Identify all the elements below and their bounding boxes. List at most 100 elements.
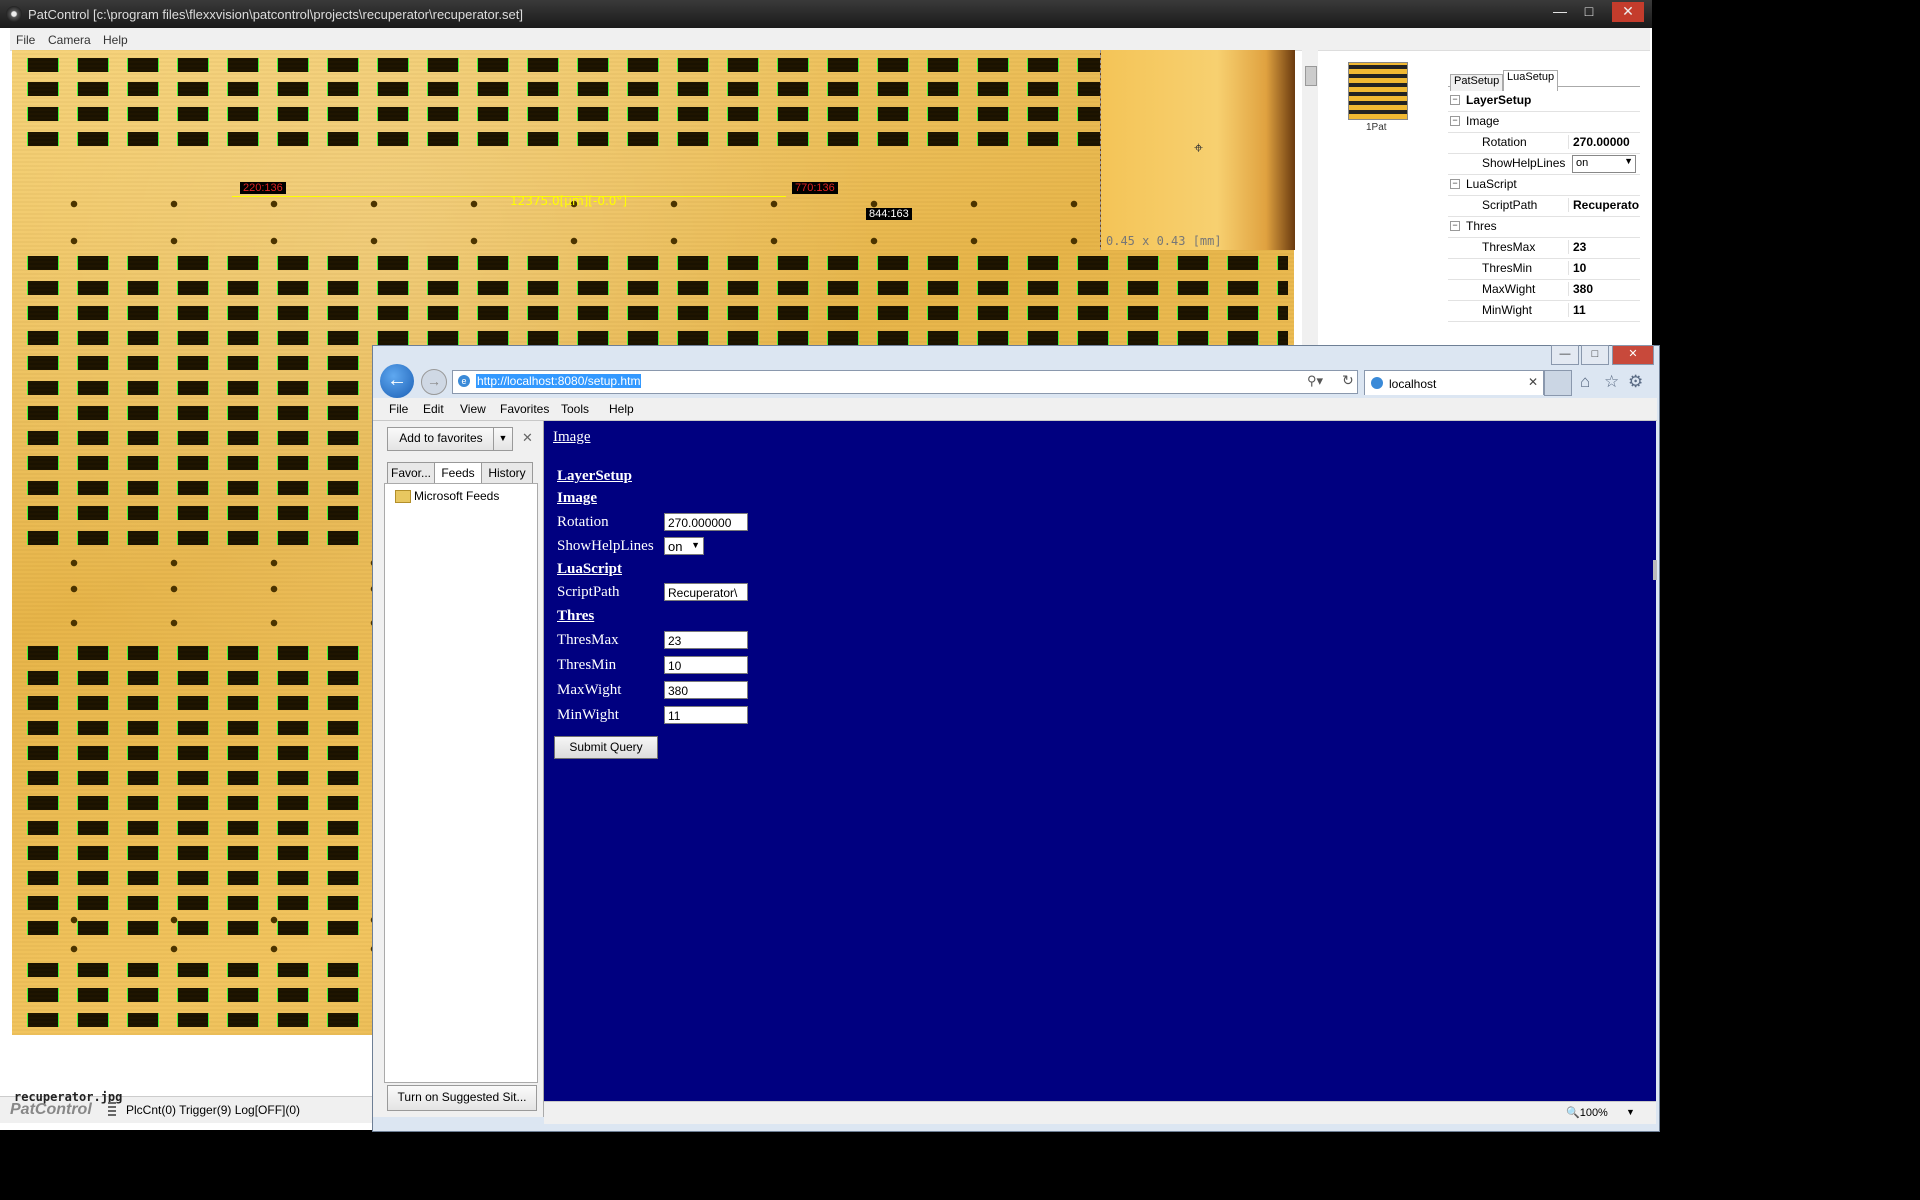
ie-menu-favorites[interactable]: Favorites <box>500 402 549 416</box>
image-link[interactable]: Image <box>553 429 590 446</box>
maxwight-label: MaxWight <box>557 682 622 698</box>
menu-help[interactable]: Help <box>103 33 128 47</box>
prop-row-showhelplines[interactable]: ShowHelpLines on ▼ <box>1448 153 1640 175</box>
chevron-down-icon: ▼ <box>1624 156 1633 166</box>
home-icon[interactable]: ⌂ <box>1580 372 1590 392</box>
showhelplines-dropdown[interactable]: on ▼ <box>1572 155 1636 173</box>
image-scrollbar[interactable] <box>1302 50 1318 350</box>
close-icon[interactable]: ✕ <box>522 430 533 446</box>
minimize-icon[interactable]: — <box>1551 345 1579 365</box>
status-text: PlcCnt(0) Trigger(9) Log[OFF](0) <box>126 1103 301 1117</box>
property-value[interactable]: 23 <box>1568 240 1645 254</box>
dropdown-value: on <box>1576 157 1589 169</box>
window-title: PatControl [c:\program files\flexxvision… <box>28 7 523 22</box>
minimize-icon[interactable]: — <box>1547 2 1573 22</box>
collapse-icon[interactable]: − <box>1450 95 1460 105</box>
menu-camera[interactable]: Camera <box>48 33 91 47</box>
chevron-down-icon[interactable]: ▼ <box>493 427 513 451</box>
app-logo-icon <box>6 6 22 22</box>
collapse-icon[interactable]: − <box>1450 221 1460 231</box>
category-label: Thres <box>1466 219 1497 233</box>
new-tab-button[interactable] <box>1544 370 1572 396</box>
add-to-favorites-button[interactable]: Add to favorites <box>387 427 495 451</box>
tab-label[interactable]: localhost <box>1389 377 1436 391</box>
scrollbar-thumb[interactable] <box>1305 66 1317 86</box>
property-label: MinWight <box>1482 303 1533 317</box>
thumbnail-label: 1Pat <box>1366 122 1387 133</box>
close-icon[interactable]: ✕ <box>1612 345 1654 365</box>
close-icon[interactable]: ✕ <box>1612 2 1644 22</box>
property-label: ShowHelpLines <box>1482 156 1566 170</box>
select-value: on <box>668 539 683 554</box>
prop-row-maxwight[interactable]: MaxWight 380 <box>1448 279 1640 301</box>
menu-file[interactable]: File <box>16 33 35 47</box>
property-value[interactable]: 270.00000 <box>1568 135 1645 149</box>
forward-button[interactable]: → <box>421 369 447 395</box>
ie-menu-edit[interactable]: Edit <box>423 402 444 416</box>
tab-luasetup[interactable]: LuaSetup <box>1503 70 1559 91</box>
ie-menu-tools[interactable]: Tools <box>561 402 589 416</box>
ie-tab-icon <box>1371 377 1383 389</box>
gear-icon[interactable]: ⚙ <box>1628 372 1643 392</box>
suggested-sites-button[interactable]: Turn on Suggested Sit... <box>387 1085 537 1111</box>
rotation-input[interactable]: 270.000000 <box>664 513 748 531</box>
tab-close-icon[interactable]: ✕ <box>1528 375 1538 389</box>
property-value[interactable]: 11 <box>1568 303 1645 317</box>
zoom-dimension: 0.45 x 0.43 [mm] <box>1106 234 1222 248</box>
category-label: LayerSetup <box>1466 93 1532 107</box>
tab-history[interactable]: History <box>481 462 533 483</box>
search-icon[interactable]: ⚲▾ <box>1307 373 1323 389</box>
zoom-level[interactable]: 🔍100% <box>1566 1106 1608 1119</box>
chevron-down-icon[interactable]: ▼ <box>1626 1107 1635 1117</box>
prop-row-image[interactable]: − Image <box>1448 111 1640 133</box>
ie-menu-file[interactable]: File <box>389 402 408 416</box>
section-image[interactable]: Image <box>557 490 597 507</box>
property-value[interactable]: 10 <box>1568 261 1645 275</box>
pattern-thumbnail[interactable] <box>1348 62 1408 120</box>
prop-row-minwight[interactable]: MinWight 11 <box>1448 300 1640 322</box>
property-value[interactable]: Recuperato <box>1568 198 1645 212</box>
back-button[interactable]: ← <box>380 364 414 398</box>
prop-row-luascript[interactable]: − LuaScript <box>1448 174 1640 196</box>
rotation-label: Rotation <box>557 514 609 530</box>
prop-row-layersetup[interactable]: − LayerSetup <box>1448 90 1640 112</box>
prop-row-thresmin[interactable]: ThresMin 10 <box>1448 258 1640 280</box>
showhelplines-select[interactable]: on ▼ <box>664 537 704 555</box>
section-thres[interactable]: Thres <box>557 608 594 625</box>
refresh-icon[interactable]: ↻ <box>1342 372 1354 389</box>
prop-row-rotation[interactable]: Rotation 270.00000 <box>1448 132 1640 154</box>
feed-folder-item[interactable]: Microsoft Feeds <box>414 489 499 503</box>
submit-query-button[interactable]: Submit Query <box>554 736 658 759</box>
measure-line <box>232 196 786 197</box>
folder-icon <box>395 490 411 503</box>
scriptpath-label: ScriptPath <box>557 584 620 600</box>
collapse-icon[interactable]: − <box>1450 179 1460 189</box>
ie-menu-view[interactable]: View <box>460 402 486 416</box>
thresmin-input[interactable]: 10 <box>664 656 748 674</box>
property-label: ThresMin <box>1482 261 1533 275</box>
resize-handle[interactable] <box>1653 560 1657 580</box>
property-value[interactable]: 380 <box>1568 282 1645 296</box>
tab-favorites[interactable]: Favor... <box>387 462 435 483</box>
maxwight-input[interactable]: 380 <box>664 681 748 699</box>
favorites-star-icon[interactable]: ☆ <box>1604 372 1619 392</box>
tab-feeds[interactable]: Feeds <box>434 462 482 483</box>
maximize-icon[interactable]: □ <box>1581 345 1609 365</box>
grip-icon <box>108 1102 116 1116</box>
address-url[interactable]: http://localhost:8080/setup.htm <box>476 374 642 388</box>
scriptpath-input[interactable]: Recuperator\ <box>664 583 748 601</box>
thresmax-input[interactable]: 23 <box>664 631 748 649</box>
section-luascript[interactable]: LuaScript <box>557 561 622 578</box>
prop-row-thres[interactable]: − Thres <box>1448 216 1640 238</box>
section-layersetup[interactable]: LayerSetup <box>557 468 632 485</box>
minwight-input[interactable]: 11 <box>664 706 748 724</box>
collapse-icon[interactable]: − <box>1450 116 1460 126</box>
feeds-tree <box>384 483 538 1083</box>
prop-row-scriptpath[interactable]: ScriptPath Recuperato <box>1448 195 1640 217</box>
showhelplines-label: ShowHelpLines <box>557 538 654 554</box>
crosshair-icon: ⌖ <box>1194 140 1204 157</box>
prop-row-thresmax[interactable]: ThresMax 23 <box>1448 237 1640 259</box>
maximize-icon[interactable]: □ <box>1576 2 1602 22</box>
tab-patsetup[interactable]: PatSetup <box>1450 74 1504 91</box>
ie-menu-help[interactable]: Help <box>609 402 634 416</box>
